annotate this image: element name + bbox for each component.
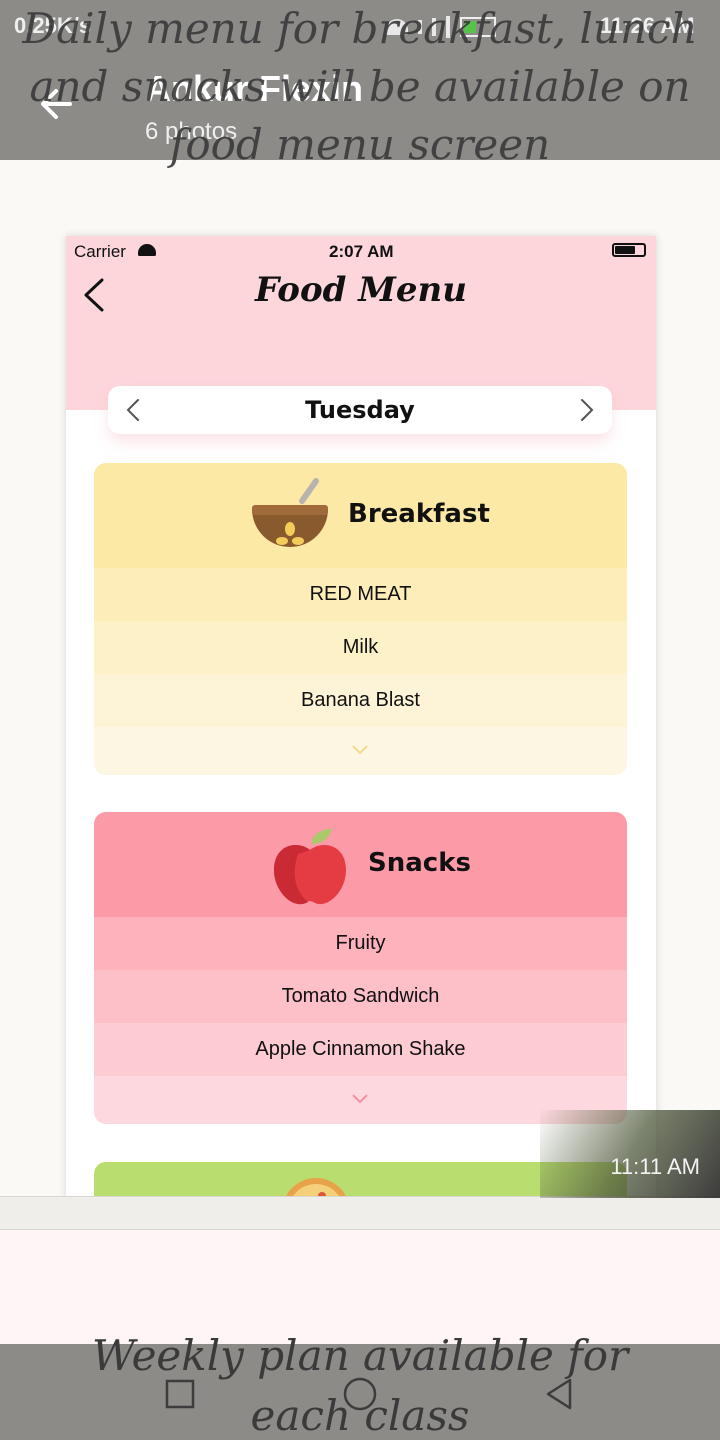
meal-item: Tomato Sandwich bbox=[94, 970, 627, 1023]
next-day-button[interactable] bbox=[572, 396, 600, 424]
bowl-icon bbox=[252, 478, 328, 547]
apple-icon bbox=[274, 828, 346, 905]
meal-item: Apple Cinnamon Shake bbox=[94, 1023, 627, 1076]
photo-timestamp: 11:11 AM bbox=[540, 1110, 720, 1198]
ios-wifi-icon bbox=[138, 244, 156, 256]
chevron-down-icon bbox=[352, 1094, 368, 1104]
meal-header: Snacks bbox=[94, 812, 627, 917]
chevron-down-icon bbox=[352, 745, 368, 755]
ios-status-bar: Carrier 2:07 AM bbox=[66, 236, 656, 266]
pizza-icon bbox=[285, 1178, 347, 1198]
meal-item: Fruity bbox=[94, 917, 627, 970]
photo-strip-divider bbox=[0, 1196, 720, 1230]
food-menu-header: Carrier 2:07 AM Food Menu bbox=[66, 236, 656, 410]
caption-bottom: Weekly plan available for each class bbox=[91, 1331, 629, 1440]
expand-button[interactable] bbox=[94, 727, 627, 775]
ios-battery-icon bbox=[612, 243, 646, 257]
meal-card-snacks: Snacks Fruity Tomato Sandwich Apple Cinn… bbox=[94, 812, 627, 1124]
meal-name: Snacks bbox=[368, 848, 471, 878]
meal-item: RED MEAT bbox=[94, 568, 627, 621]
caption-top: Daily menu for breakfast, lunch and snac… bbox=[22, 4, 698, 169]
carrier-label: Carrier bbox=[74, 242, 126, 261]
meal-name: Breakfast bbox=[348, 499, 490, 529]
day-selector: Tuesday bbox=[108, 386, 612, 434]
day-label: Tuesday bbox=[305, 396, 415, 424]
food-menu-screenshot[interactable]: Carrier 2:07 AM Food Menu Tuesday Breakf… bbox=[66, 236, 656, 1198]
ios-time: 2:07 AM bbox=[329, 242, 394, 261]
meal-header: Breakfast bbox=[94, 463, 627, 568]
meal-card-breakfast: Breakfast RED MEAT Milk Banana Blast bbox=[94, 463, 627, 775]
meal-item: Milk bbox=[94, 621, 627, 674]
food-menu-title: Food Menu bbox=[255, 270, 467, 310]
meal-item: Banana Blast bbox=[94, 674, 627, 727]
